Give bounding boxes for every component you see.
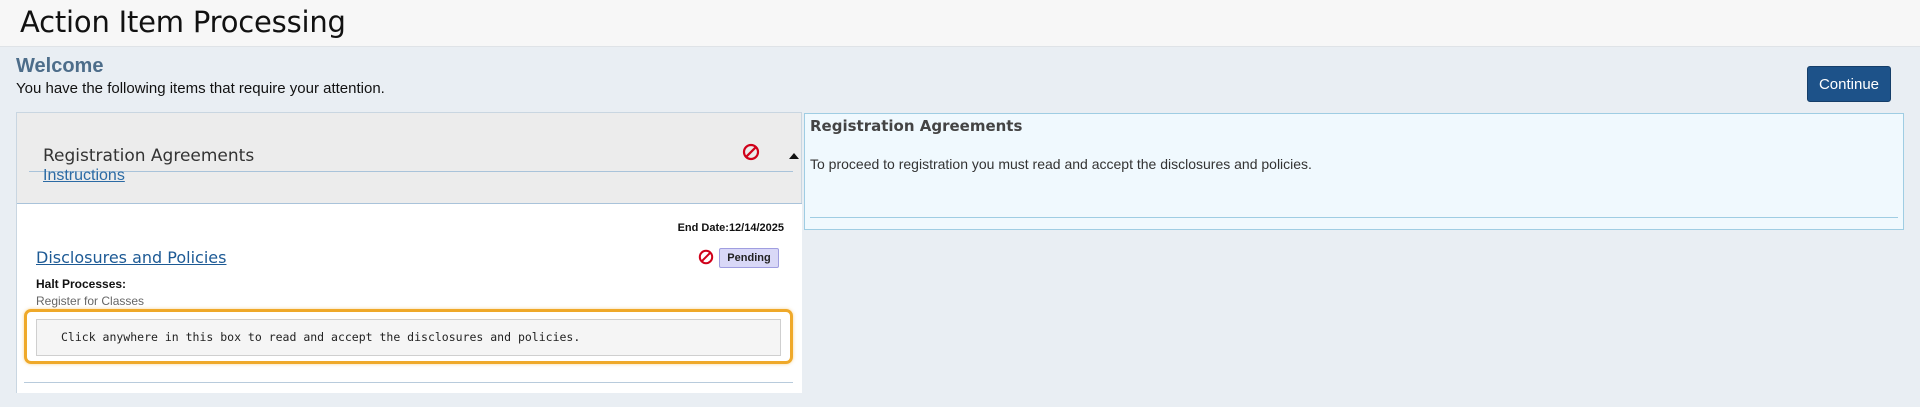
end-date-value: 12/14/2025 <box>728 222 784 234</box>
details-title: Registration Agreements <box>810 117 1023 135</box>
details-text: To proceed to registration you must read… <box>810 156 1312 172</box>
title-bar: Action Item Processing <box>0 0 1920 47</box>
disclosures-policies-link[interactable]: Disclosures and Policies <box>36 248 226 267</box>
welcome-heading: Welcome <box>16 55 104 77</box>
end-date: End Date:12/14/2025 <box>678 222 784 234</box>
page-title: Action Item Processing <box>20 5 346 39</box>
divider <box>24 382 793 383</box>
end-date-label: End Date: <box>677 222 729 234</box>
accept-policies-box[interactable]: Click anywhere in this box to read and a… <box>36 319 781 356</box>
accordion-header[interactable]: Registration Agreements <box>29 133 799 172</box>
action-items-panel: Registration Agreements Instructions End… <box>16 112 802 393</box>
details-panel: Registration Agreements To proceed to re… <box>804 113 1904 230</box>
action-item-card: End Date:12/14/2025 Disclosures and Poli… <box>17 203 802 393</box>
divider <box>810 217 1898 218</box>
halt-icon <box>698 249 714 265</box>
accordion-title: Registration Agreements <box>43 146 255 166</box>
continue-button[interactable]: Continue <box>1807 66 1891 102</box>
halt-processes-value: Register for Classes <box>36 294 145 308</box>
caret-up-icon[interactable] <box>789 153 799 159</box>
status-badge: Pending <box>719 248 779 268</box>
welcome-message: You have the following items that requir… <box>16 80 385 97</box>
instructions-link[interactable]: Instructions <box>43 167 125 185</box>
halt-processes-label: Halt Processes: <box>36 277 127 291</box>
halt-icon <box>742 143 760 161</box>
